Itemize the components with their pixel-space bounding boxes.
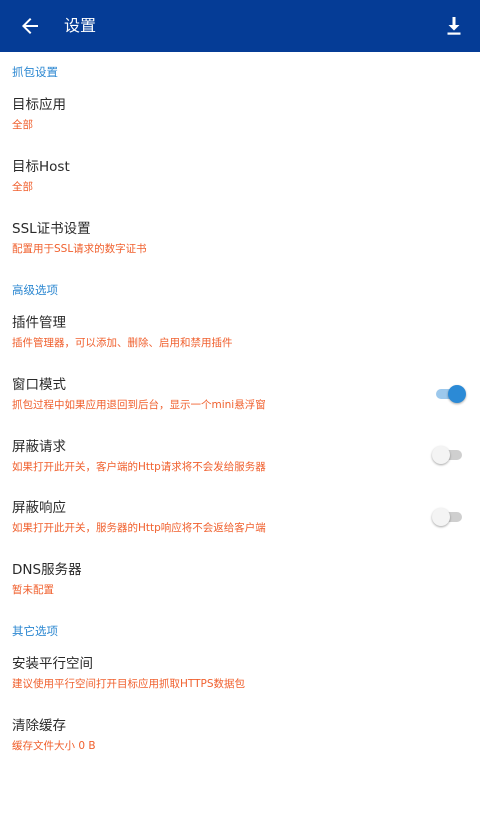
pref-plugin-manager[interactable]: 插件管理 插件管理器，可以添加、删除、启用和禁用插件: [0, 313, 480, 371]
switch-thumb: [432, 508, 450, 526]
pref-summary: 缓存文件大小 0 B: [12, 740, 96, 752]
arrow-back-icon: [22, 18, 38, 34]
pref-summary: 如果打开此开关，客户端的Http请求将不会发给服务器: [12, 461, 266, 473]
pref-title: 安装平行空间: [12, 656, 93, 672]
pref-summary: 建议使用平行空间打开目标应用抓取HTTPS数据包: [12, 678, 246, 690]
pref-summary: 暂未配置: [12, 584, 54, 596]
pref-title: 插件管理: [12, 315, 66, 331]
pref-title: 目标应用: [12, 97, 66, 113]
pref-title: 屏蔽响应: [12, 500, 66, 516]
pref-summary: 全部: [12, 119, 33, 131]
pref-title: SSL证书设置: [12, 221, 91, 237]
pref-title: DNS服务器: [12, 562, 82, 578]
pref-summary: 配置用于SSL请求的数字证书: [12, 243, 147, 255]
pref-summary: 插件管理器，可以添加、删除、启用和禁用插件: [12, 337, 233, 349]
pref-window-mode[interactable]: 窗口模式 抓包过程中如果应用退回到后台，显示一个mini悬浮窗: [0, 375, 480, 433]
pref-target-host[interactable]: 目标Host 全部: [0, 157, 480, 215]
pref-install-parallel-space[interactable]: 安装平行空间 建议使用平行空间打开目标应用抓取HTTPS数据包: [0, 654, 480, 712]
pref-title: 屏蔽请求: [12, 439, 66, 455]
block-response-switch[interactable]: [432, 506, 466, 528]
pref-target-app[interactable]: 目标应用 全部: [0, 95, 480, 153]
section-header-other: 其它选项: [12, 624, 58, 638]
window-mode-switch[interactable]: [432, 383, 466, 405]
section-header-advanced: 高级选项: [12, 283, 58, 297]
pref-block-response[interactable]: 屏蔽响应 如果打开此开关，服务器的Http响应将不会返给客户端: [0, 498, 480, 556]
switch-thumb: [448, 385, 466, 403]
pref-dns-server[interactable]: DNS服务器 暂未配置: [0, 560, 480, 618]
pref-summary: 如果打开此开关，服务器的Http响应将不会返给客户端: [12, 522, 266, 534]
download-button[interactable]: [438, 10, 470, 42]
section-header-capture: 抓包设置: [12, 65, 58, 79]
pref-summary: 抓包过程中如果应用退回到后台，显示一个mini悬浮窗: [12, 399, 266, 411]
download-icon: [447, 17, 461, 35]
app-bar: 设置: [0, 0, 480, 52]
pref-title: 清除缓存: [12, 718, 66, 734]
pref-clear-cache[interactable]: 清除缓存 缓存文件大小 0 B: [0, 716, 480, 774]
pref-block-request[interactable]: 屏蔽请求 如果打开此开关，客户端的Http请求将不会发给服务器: [0, 437, 480, 495]
block-request-switch[interactable]: [432, 444, 466, 466]
pref-ssl-certificate[interactable]: SSL证书设置 配置用于SSL请求的数字证书: [0, 219, 480, 277]
pref-title: 目标Host: [12, 159, 70, 175]
page-title: 设置: [64, 16, 97, 35]
pref-summary: 全部: [12, 181, 33, 193]
switch-thumb: [432, 446, 450, 464]
pref-title: 窗口模式: [12, 377, 66, 393]
back-button[interactable]: [14, 10, 46, 42]
